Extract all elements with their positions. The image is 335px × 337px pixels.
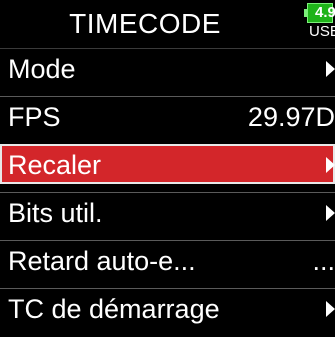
recorder-screen: TIMECODE 4.9 USB Mode FPS 29.97D Recaler…	[0, 0, 335, 337]
menu-item-mode[interactable]: Mode	[0, 48, 335, 88]
menu-item-label: Mode	[8, 54, 76, 84]
menu-item-label: FPS	[8, 102, 61, 132]
screen-header: TIMECODE 4.9 USB	[0, 0, 335, 48]
page-title: TIMECODE	[69, 8, 221, 39]
power-source-label: USB	[309, 23, 335, 40]
menu-item-label: Recaler	[8, 150, 102, 180]
chevron-right-icon	[326, 301, 335, 317]
menu-item-label: TC de démarrage	[8, 294, 220, 324]
menu-item-value: ...	[312, 246, 335, 276]
menu-item-value: 29.97D	[247, 102, 335, 132]
menu-item-start-timecode[interactable]: TC de démarrage	[0, 288, 335, 328]
menu-item-fps[interactable]: FPS 29.97D	[0, 96, 335, 136]
chevron-right-icon	[326, 205, 335, 221]
menu-item-label: Retard auto-e...	[8, 246, 196, 276]
chevron-right-icon	[326, 61, 335, 77]
menu-item-recaler[interactable]: Recaler	[0, 144, 335, 184]
battery-level: 4.9	[307, 3, 335, 23]
battery-indicator: 4.9 USB	[304, 3, 335, 45]
menu-item-label: Bits util.	[8, 198, 103, 228]
chevron-right-icon	[326, 157, 335, 173]
menu-item-auto-delay[interactable]: Retard auto-e... ...	[0, 240, 335, 280]
menu-item-user-bits[interactable]: Bits util.	[0, 192, 335, 232]
timecode-menu: Mode FPS 29.97D Recaler Bits util. Retar…	[0, 48, 335, 336]
